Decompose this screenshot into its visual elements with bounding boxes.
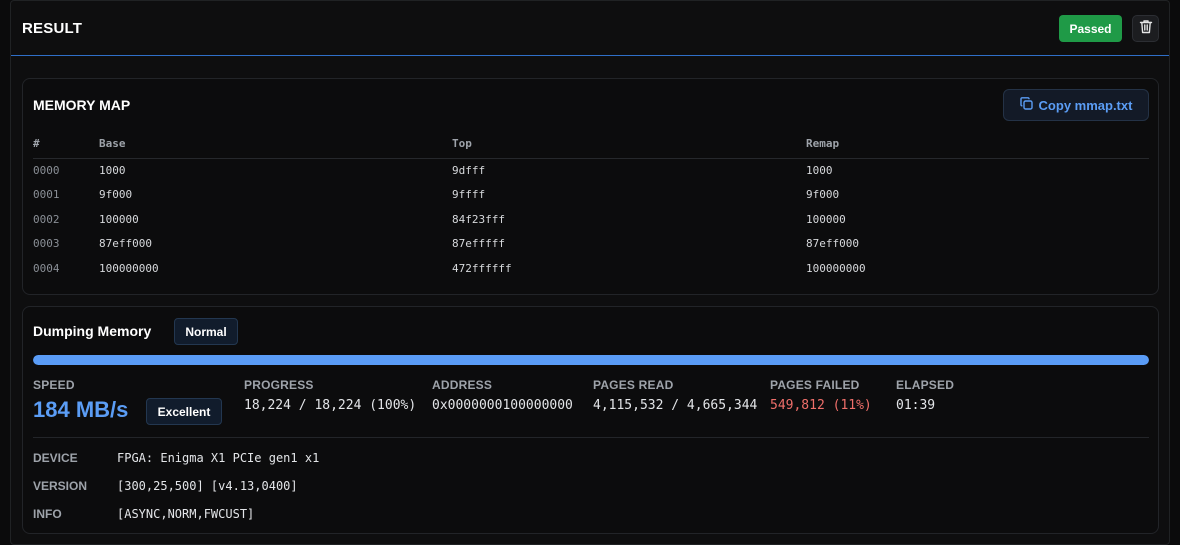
cell-index: 0004	[33, 261, 60, 275]
pages-failed-label: PAGES FAILED	[770, 378, 860, 392]
memory-map-card: MEMORY MAP Copy mmap.txt # Base Top Rema…	[22, 78, 1159, 295]
copy-mmap-button[interactable]: Copy mmap.txt	[1003, 89, 1149, 121]
result-header: RESULT Passed	[11, 1, 1169, 56]
elapsed-value: 01:39	[896, 398, 936, 413]
result-title: RESULT	[22, 20, 83, 37]
progress-bar-fill	[33, 355, 1149, 365]
cell-top: 87efffff	[452, 237, 505, 251]
progress-bar	[33, 355, 1149, 365]
progress-value: 18,224 / 18,224 (100%)	[244, 398, 417, 413]
cell-remap: 87eff000	[806, 237, 859, 251]
cell-remap: 100000	[806, 212, 846, 226]
info-label: INFO	[33, 507, 62, 521]
trash-icon	[1139, 19, 1153, 39]
table-row: 0002 100000 84f23fff 100000	[33, 207, 1149, 232]
cell-index: 0001	[33, 188, 60, 202]
column-header-base: Base	[99, 129, 452, 159]
table-header-row: # Base Top Remap	[33, 129, 1149, 159]
pages-read-value: 4,115,532 / 4,665,344	[593, 398, 758, 413]
table-row: 0001 9f000 9ffff 9f000	[33, 183, 1149, 208]
dump-card: Dumping Memory Normal SPEED 184 MB/s Exc…	[22, 306, 1159, 534]
cell-index: 0003	[33, 237, 60, 251]
cell-base: 1000	[99, 164, 126, 177]
speed-value: 184 MB/s	[33, 397, 129, 422]
table-row: 0000 1000 9dfff 1000	[33, 158, 1149, 183]
column-header-top: Top	[452, 129, 806, 159]
device-value: FPGA: Enigma X1 PCIe gen1 x1	[117, 451, 320, 465]
divider	[33, 437, 1149, 438]
cell-top: 84f23fff	[452, 212, 505, 226]
memory-map-title: MEMORY MAP	[33, 97, 131, 113]
memory-map-table: # Base Top Remap 0000 1000 9dfff 1000 00…	[33, 129, 1149, 281]
cell-remap: 9f000	[806, 188, 840, 202]
speed-label: SPEED	[33, 378, 75, 392]
cell-index: 0002	[33, 212, 60, 226]
cell-base: 100000	[99, 212, 139, 226]
cell-base: 9f000	[99, 188, 133, 202]
status-badge: Passed	[1059, 15, 1122, 42]
mode-badge: Normal	[174, 318, 238, 345]
cell-index: 0000	[33, 164, 60, 177]
cell-base: 100000000	[99, 261, 159, 275]
progress-label: PROGRESS	[244, 378, 314, 392]
cell-top: 9dfff	[452, 164, 486, 177]
cell-top: 9ffff	[452, 188, 486, 202]
version-label: VERSION	[33, 479, 88, 493]
column-header-index: #	[33, 129, 99, 159]
speed-rating-badge: Excellent	[146, 398, 222, 425]
version-value: [300,25,500] [v4.13,0400]	[117, 479, 298, 493]
dump-title: Dumping Memory	[33, 323, 152, 339]
table-row: 0004 100000000 472ffffff 100000000	[33, 256, 1149, 281]
pages-failed-value: 549,812 (11%)	[770, 398, 872, 413]
copy-icon	[1019, 97, 1033, 113]
info-value: [ASYNC,NORM,FWCUST]	[117, 507, 255, 521]
address-value: 0x0000000100000000	[432, 398, 573, 413]
elapsed-label: ELAPSED	[896, 378, 955, 392]
copy-mmap-label: Copy mmap.txt	[1038, 97, 1133, 113]
delete-button[interactable]	[1132, 15, 1159, 42]
device-label: DEVICE	[33, 451, 78, 465]
table-row: 0003 87eff000 87efffff 87eff000	[33, 232, 1149, 257]
cell-remap: 1000	[806, 164, 833, 177]
address-label: ADDRESS	[432, 378, 493, 392]
cell-top: 472ffffff	[452, 261, 512, 275]
pages-read-label: PAGES READ	[593, 378, 674, 392]
cell-remap: 100000000	[806, 261, 866, 275]
column-header-remap: Remap	[806, 129, 1149, 159]
cell-base: 87eff000	[99, 237, 152, 251]
result-panel: RESULT Passed MEMORY MAP Copy mmap.txt #…	[10, 0, 1170, 545]
